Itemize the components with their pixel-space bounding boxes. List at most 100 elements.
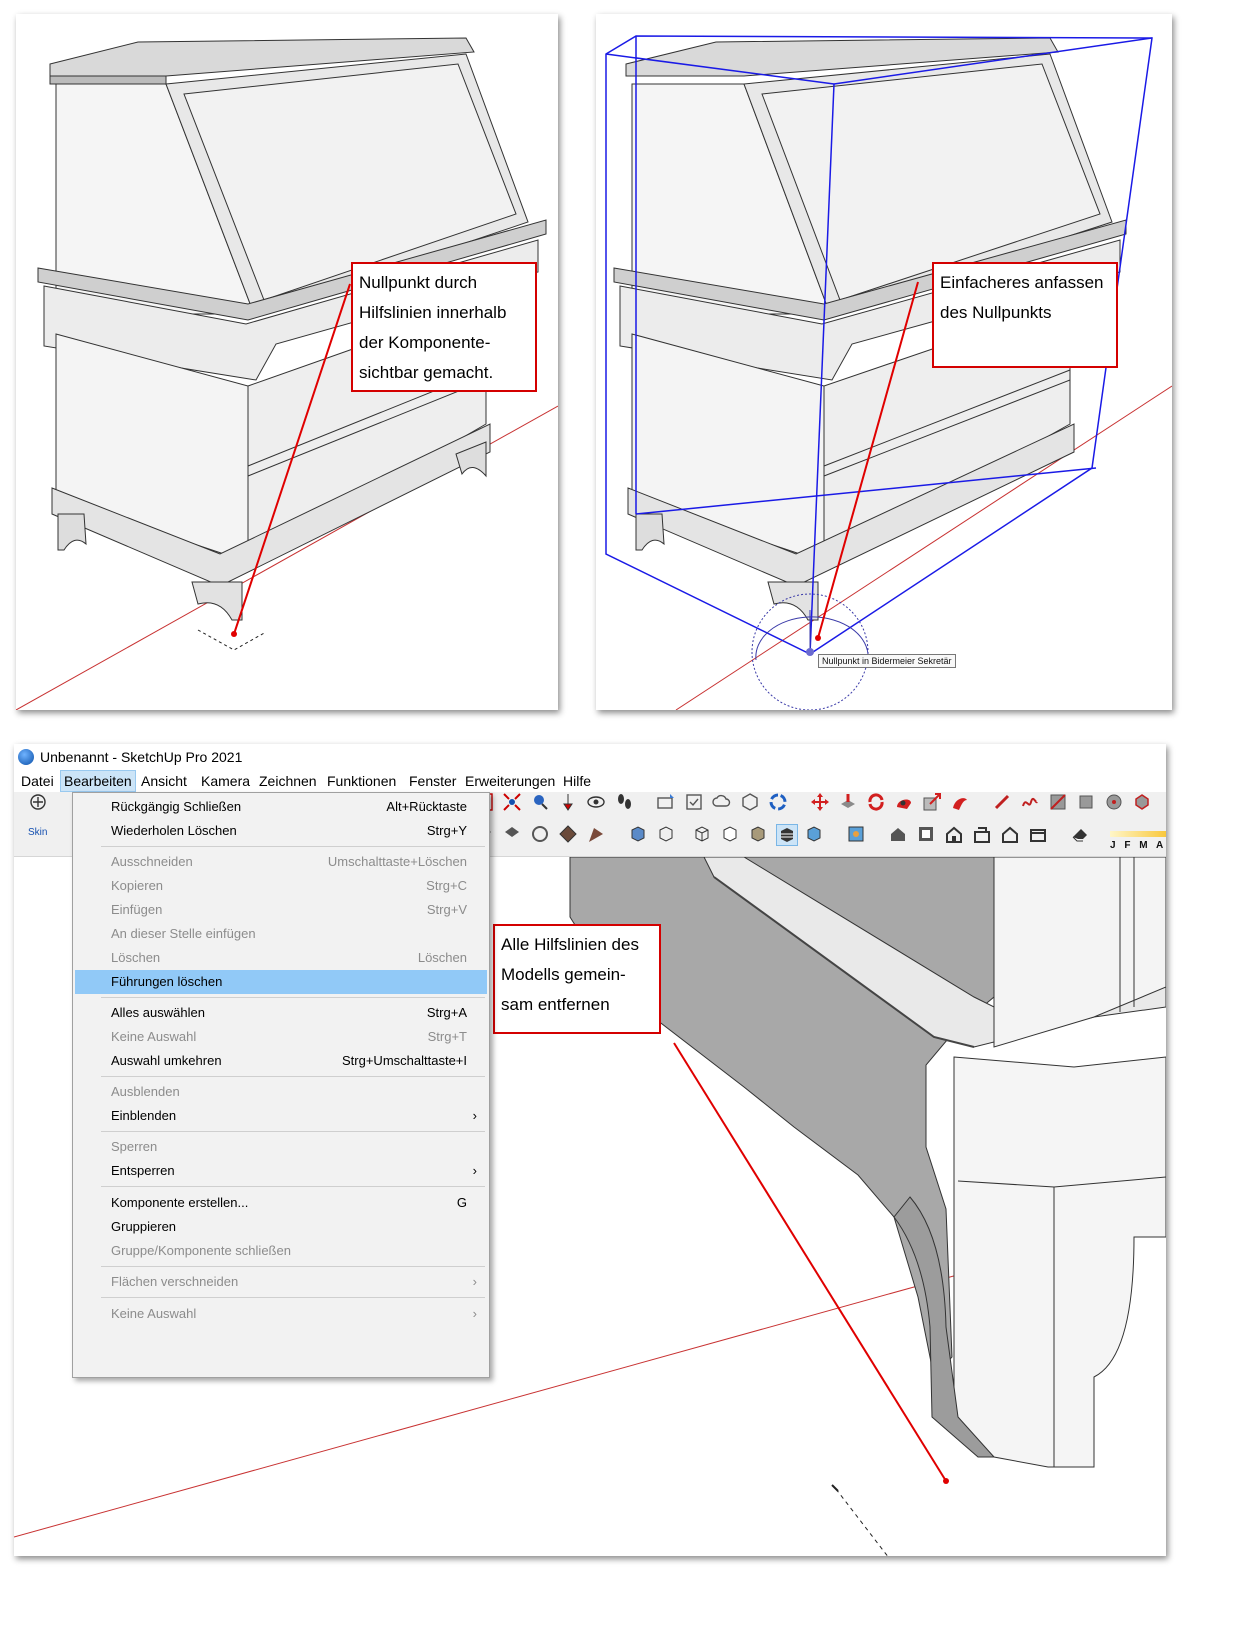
- menu-item-label: Entsperren: [111, 1163, 175, 1178]
- monochrome-icon[interactable]: [804, 824, 824, 844]
- timeline-gradient: [1110, 831, 1166, 837]
- left-view-icon[interactable]: [1028, 824, 1048, 844]
- 3d-warehouse-icon[interactable]: [740, 792, 760, 812]
- menu-item-redo[interactable]: Wiederholen Löschen Strg+Y: [75, 819, 487, 843]
- right-view-icon[interactable]: [972, 824, 992, 844]
- position-camera-icon[interactable]: [558, 792, 578, 812]
- menu-funktionen[interactable]: Funktionen: [324, 770, 399, 792]
- previous-view-icon[interactable]: [530, 792, 550, 812]
- follow-me-icon[interactable]: [894, 792, 914, 812]
- menu-item-shortcut: Strg+Y: [426, 823, 467, 838]
- menu-item-paste: Einfügen Strg+V: [75, 898, 487, 922]
- top-right-panel: Einfacheres anfassen des Nullpunkts Null…: [596, 14, 1172, 710]
- menu-item-label: Einfügen: [111, 902, 163, 917]
- menu-zeichnen[interactable]: Zeichnen: [256, 770, 320, 792]
- circle-tool-icon[interactable]: [1104, 792, 1124, 812]
- menu-item-undo[interactable]: Rückgängig Schließen Alt+Rücktaste: [75, 795, 487, 819]
- top-view-icon[interactable]: [916, 824, 936, 844]
- xray-style-icon[interactable]: [628, 824, 648, 844]
- cloud-upload-icon[interactable]: [712, 792, 732, 812]
- origin-tooltip: Nullpunkt in Bidermeier Sekretär: [818, 654, 956, 668]
- back-edges-icon[interactable]: [656, 824, 676, 844]
- menu-item-label: Keine Auswahl: [111, 1029, 197, 1044]
- menu-item-shortcut: G: [456, 1195, 467, 1210]
- rotate-tool-icon[interactable]: [866, 792, 886, 812]
- menu-hilfe[interactable]: Hilfe: [560, 770, 594, 792]
- menu-item-shortcut: Strg+A: [426, 1005, 467, 1020]
- match-photo-icon[interactable]: [846, 824, 866, 844]
- menu-ansicht[interactable]: Ansicht: [138, 770, 190, 792]
- menu-item-select-all[interactable]: Alles auswählen Strg+A: [75, 1001, 487, 1025]
- shadow-timeline[interactable]: J F M A M: [1110, 831, 1166, 851]
- menu-item-label: Auswahl umkehren: [111, 1053, 222, 1068]
- eraser-tool-icon[interactable]: [1070, 824, 1090, 844]
- menu-separator: [101, 1186, 485, 1187]
- menu-erweiterungen[interactable]: Erweiterungen: [462, 770, 558, 792]
- hidden-line-icon[interactable]: [720, 824, 740, 844]
- front-view-icon[interactable]: [944, 824, 964, 844]
- menu-item-shortcut: Alt+Rücktaste: [386, 799, 467, 814]
- menu-item-make-group[interactable]: Gruppieren: [75, 1215, 487, 1239]
- wireframe-icon[interactable]: [692, 824, 712, 844]
- menu-item-label: Sperren: [111, 1139, 158, 1154]
- move-tool-icon[interactable]: [810, 792, 830, 812]
- extension-warehouse-icon[interactable]: [768, 792, 788, 812]
- menu-separator: [101, 846, 485, 847]
- polygon-tool-icon[interactable]: [1132, 792, 1152, 812]
- menu-item-make-component[interactable]: Komponente erstellen... G: [75, 1191, 487, 1215]
- skin-button[interactable]: Skin: [28, 827, 47, 838]
- menu-item-label: Komponente erstellen...: [111, 1195, 249, 1210]
- menu-datei[interactable]: Datei: [18, 770, 57, 792]
- menu-item-label: Alles auswählen: [111, 1005, 205, 1020]
- timeline-months: J F M A M: [1110, 840, 1166, 851]
- remove-guides-callout: Alle Hilfslinien des Modells gemein- sam…: [493, 924, 661, 1034]
- menu-item-paste-in-place: An dieser Stelle einfügen: [75, 922, 487, 946]
- rotated-rectangle-icon[interactable]: [1076, 792, 1096, 812]
- iso-view-icon[interactable]: [888, 824, 908, 844]
- chevron-right-icon: ›: [472, 1306, 477, 1321]
- menu-item-label: Wiederholen Löschen: [111, 823, 237, 838]
- shadow-tool-icon[interactable]: [586, 824, 606, 844]
- menu-item-label: An dieser Stelle einfügen: [111, 926, 256, 941]
- menu-item-unhide[interactable]: Einblenden ›: [75, 1104, 487, 1128]
- menu-fenster[interactable]: Fenster: [406, 770, 459, 792]
- menu-item-lock: Sperren: [75, 1135, 487, 1159]
- menu-kamera[interactable]: Kamera: [198, 770, 253, 792]
- menu-item-shortcut: Strg+T: [427, 1029, 467, 1044]
- chevron-right-icon: ›: [472, 1108, 477, 1123]
- menu-item-close-group: Gruppe/Komponente schließen: [75, 1239, 487, 1263]
- menu-separator: [101, 1297, 485, 1298]
- freehand-tool-icon[interactable]: [1020, 792, 1040, 812]
- look-around-icon[interactable]: [586, 792, 606, 812]
- menu-item-invert-selection[interactable]: Auswahl umkehren Strg+Umschalttaste+I: [75, 1049, 487, 1073]
- menu-item-delete: Löschen Löschen: [75, 946, 487, 970]
- offset-tool-icon[interactable]: [950, 792, 970, 812]
- menu-item-delete-guides[interactable]: Führungen löschen: [75, 970, 487, 994]
- menu-bearbeiten[interactable]: Bearbeiten: [60, 770, 136, 792]
- shaded-icon[interactable]: [748, 824, 768, 844]
- texture-icon[interactable]: [558, 824, 578, 844]
- scale-tool-icon[interactable]: [922, 792, 942, 812]
- menu-item-unlock[interactable]: Entsperren ›: [75, 1159, 487, 1183]
- chevron-right-icon: ›: [472, 1163, 477, 1178]
- shaded-textures-icon[interactable]: [776, 824, 798, 846]
- pencil-tool-icon[interactable]: [992, 792, 1012, 812]
- orbit-tool-icon[interactable]: [28, 792, 48, 812]
- menu-separator: [101, 997, 485, 998]
- menu-separator: [101, 1131, 485, 1132]
- menu-separator: [101, 1076, 485, 1077]
- back-view-icon[interactable]: [1000, 824, 1020, 844]
- walk-icon[interactable]: [614, 792, 634, 812]
- push-pull-icon[interactable]: [838, 792, 858, 812]
- toggle-terrain-icon[interactable]: [684, 792, 704, 812]
- zoom-extents-icon[interactable]: [502, 792, 522, 812]
- rectangle-tool-icon[interactable]: [1048, 792, 1068, 812]
- menu-item-label: Einblenden: [111, 1108, 177, 1123]
- menu-item-hide: Ausblenden: [75, 1080, 487, 1104]
- add-location-icon[interactable]: [656, 792, 676, 812]
- outer-shell-icon[interactable]: [530, 824, 550, 844]
- menu-item-label: Führungen löschen: [111, 974, 223, 989]
- menu-item-shortcut: Umschalttaste+Löschen: [327, 854, 467, 869]
- menu-item-no-selection: Keine Auswahl ›: [75, 1302, 487, 1326]
- solid-tools-icon[interactable]: [502, 824, 522, 844]
